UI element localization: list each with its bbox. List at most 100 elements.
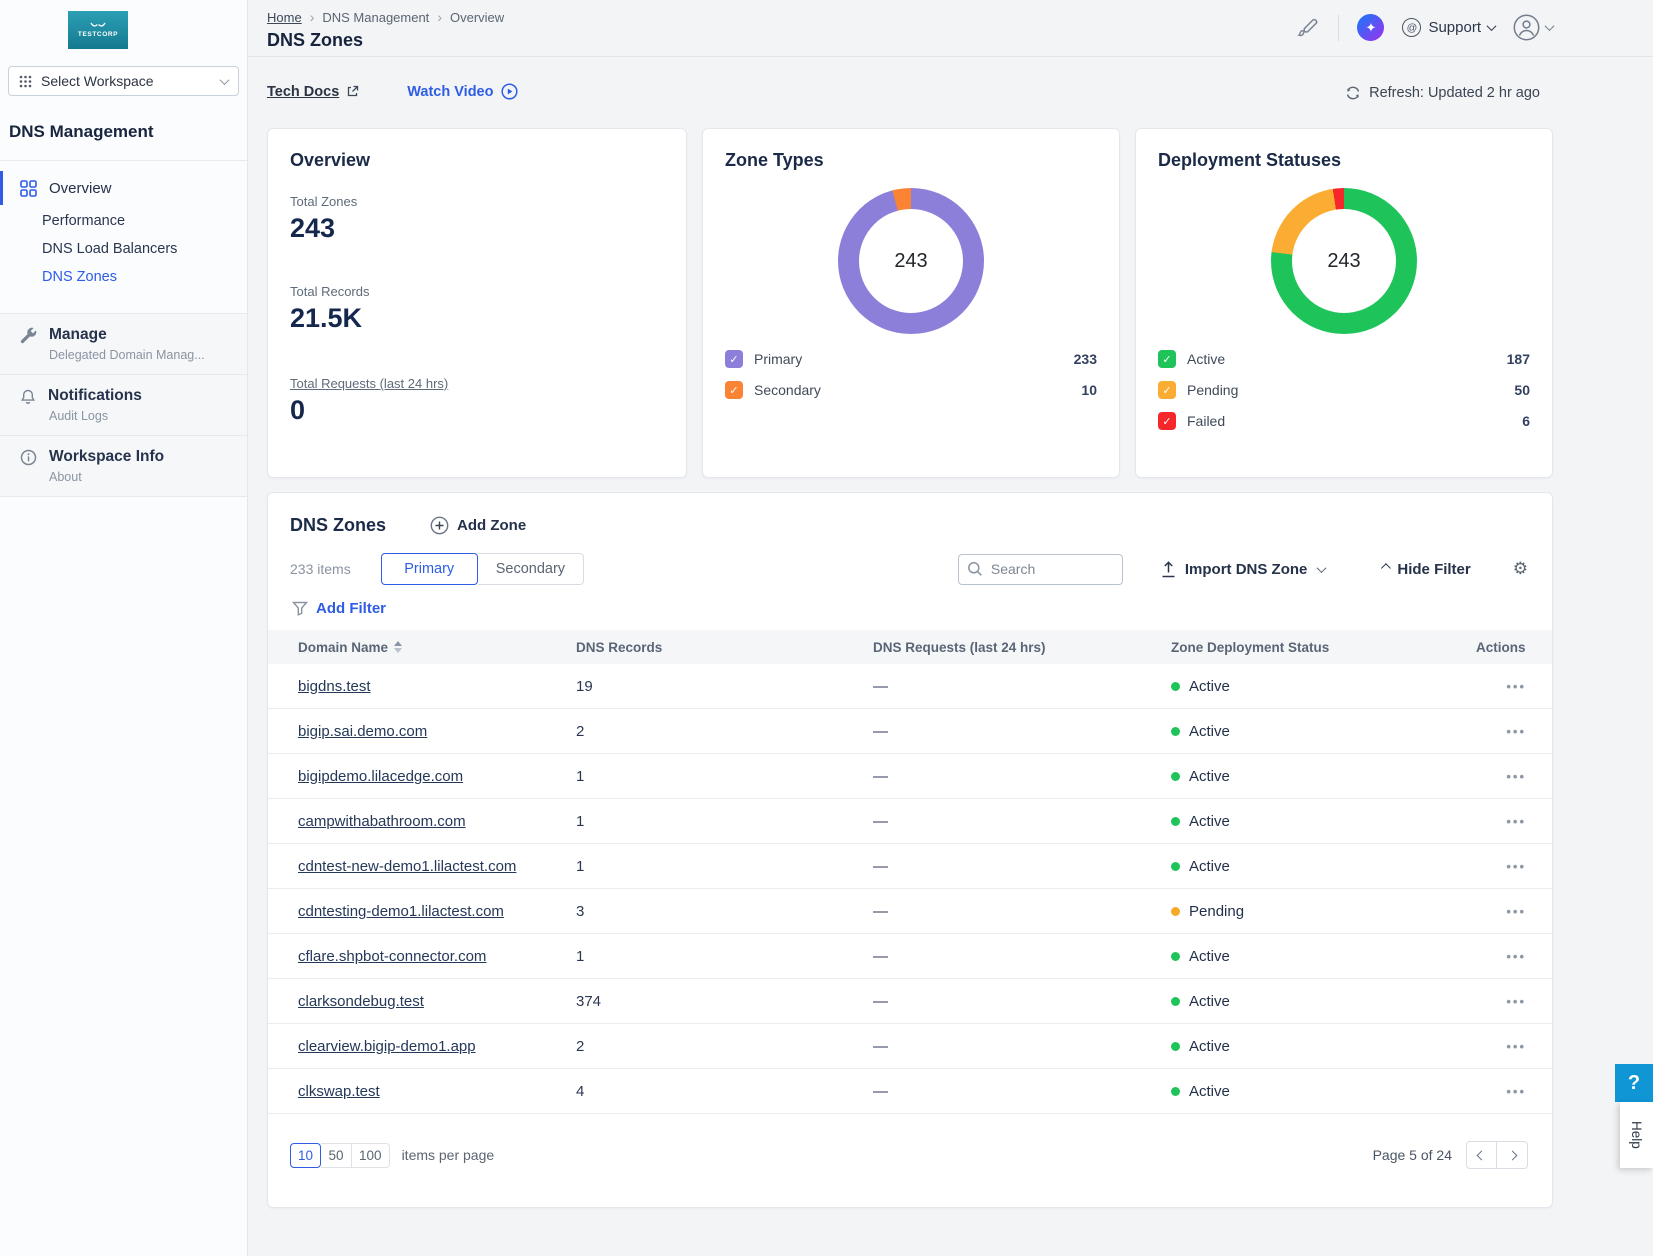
row-actions-menu[interactable]: ••• [1506,1039,1526,1054]
failed-checkbox[interactable]: ✓ [1158,412,1176,430]
sidebar-item-dns-zones[interactable]: DNS Zones [0,263,247,291]
domain-link[interactable]: bigdns.test [298,678,371,695]
tab-primary[interactable]: Primary [381,553,478,585]
status-dot [1171,1042,1180,1051]
items-per-page-label: items per page [402,1147,495,1163]
import-dns-zone-label: Import DNS Zone [1185,561,1308,578]
column-dns-records: DNS Records [576,640,873,655]
help-tab[interactable]: Help [1620,1102,1653,1168]
paintbrush-icon[interactable] [1296,16,1320,40]
sidebar-item-notifications[interactable]: Notifications Audit Logs [0,375,247,436]
overview-card: Overview Total Zones 243 Total Records 2… [267,128,687,478]
add-filter-button[interactable]: Add Filter [292,600,1552,617]
legend-label: Failed [1187,413,1225,429]
status-badge: Active [1189,768,1230,785]
divider [0,160,247,161]
domain-link[interactable]: clarksondebug.test [298,993,424,1010]
status-badge: Active [1189,948,1230,965]
user-menu[interactable] [1513,14,1553,41]
zone-types-donut-chart: 243 [838,188,984,334]
watch-video-link[interactable]: Watch Video [407,83,518,100]
page-size-50[interactable]: 50 [321,1143,352,1168]
hide-filter-button[interactable]: Hide Filter [1381,561,1470,578]
row-actions-menu[interactable]: ••• [1506,949,1526,964]
domain-link[interactable]: cdntest-new-demo1.lilactest.com [298,858,516,875]
status-dot [1171,817,1180,826]
import-dns-zone-button[interactable]: Import DNS Zone [1161,561,1326,578]
active-checkbox[interactable]: ✓ [1158,350,1176,368]
dns-records-value: 4 [576,1083,873,1100]
chevron-down-icon [1317,563,1327,573]
zone-types-card: Zone Types 243 ✓ Primary 233 ✓ Secondary… [702,128,1120,478]
row-actions-menu[interactable]: ••• [1506,724,1526,739]
sidebar-item-workspace-info[interactable]: Workspace Info About [0,436,247,497]
status-badge: Pending [1189,903,1244,920]
breadcrumb-home[interactable]: Home [267,10,302,25]
breadcrumb-dns-management[interactable]: DNS Management [322,10,429,25]
upload-icon [1161,561,1176,578]
add-zone-button[interactable]: Add Zone [430,516,526,535]
dns-requests-value: — [873,858,1171,875]
legend-label: Primary [754,351,802,367]
status-badge: Active [1189,813,1230,830]
support-menu[interactable]: @ Support [1402,18,1495,37]
sidebar-item-manage[interactable]: Manage Delegated Domain Manag... [0,314,247,375]
zone-type-tabs: Primary Secondary [381,553,584,585]
logo-text: TESTCORP [78,31,118,38]
domain-link[interactable]: cflare.shpbot-connector.com [298,948,486,965]
domain-link[interactable]: campwithabathroom.com [298,813,466,830]
row-actions-menu[interactable]: ••• [1506,994,1526,1009]
support-at-icon: @ [1402,18,1421,37]
donut-center-total: 243 [1271,188,1417,334]
funnel-icon [292,601,308,616]
sidebar-item-label: Overview [49,180,112,197]
domain-link[interactable]: clearview.bigip-demo1.app [298,1038,476,1055]
status-badge: Active [1189,678,1230,695]
sidebar-item-overview[interactable]: Overview [0,169,247,207]
total-records-label: Total Records [290,284,664,299]
refresh-button[interactable]: Refresh: Updated 2 hr ago [1345,85,1540,101]
ai-assistant-icon[interactable]: ✦ [1357,14,1384,41]
row-actions-menu[interactable]: ••• [1506,904,1526,919]
row-actions-menu[interactable]: ••• [1506,859,1526,874]
card-title: Zone Types [703,129,1119,171]
legend-value: 50 [1514,382,1530,398]
row-actions-menu[interactable]: ••• [1506,1084,1526,1099]
previous-page-button[interactable] [1466,1141,1497,1169]
page-size-100[interactable]: 100 [352,1143,390,1168]
watch-video-label: Watch Video [407,84,493,100]
sort-icon[interactable] [394,641,402,653]
table-row: cdntesting-demo1.lilactest.com 3 — Pendi… [268,889,1552,934]
next-page-button[interactable] [1497,1141,1528,1169]
status-dot [1171,907,1180,916]
dns-records-value: 1 [576,858,873,875]
dns-requests-value: — [873,948,1171,965]
table-row: bigdns.test 19 — Active ••• [268,664,1552,709]
help-question-button[interactable]: ? [1615,1064,1653,1102]
search-icon [967,561,983,577]
row-actions-menu[interactable]: ••• [1506,814,1526,829]
sidebar-item-dns-load-balancers[interactable]: DNS Load Balancers [0,235,247,263]
secondary-checkbox[interactable]: ✓ [725,381,743,399]
domain-link[interactable]: clkswap.test [298,1083,380,1100]
row-actions-menu[interactable]: ••• [1506,769,1526,784]
domain-link[interactable]: bigipdemo.lilacedge.com [298,768,463,785]
domain-link[interactable]: bigip.sai.demo.com [298,723,427,740]
page-size-10[interactable]: 10 [290,1143,321,1168]
workspace-selector[interactable]: Select Workspace [8,66,239,96]
primary-checkbox[interactable]: ✓ [725,350,743,368]
sidebar-item-performance[interactable]: Performance [0,207,247,235]
total-requests-link[interactable]: Total Requests (last 24 hrs) [290,376,664,391]
pending-checkbox[interactable]: ✓ [1158,381,1176,399]
total-zones-value: 243 [290,213,664,244]
table-row: cdntest-new-demo1.lilactest.com 1 — Acti… [268,844,1552,889]
table-settings-gear-icon[interactable]: ⚙ [1513,559,1528,579]
avatar [1513,14,1540,41]
tech-docs-link[interactable]: Tech Docs [267,84,359,100]
sub-header: Tech Docs Watch Video Refresh: Updated 2… [248,57,1653,128]
domain-link[interactable]: cdntesting-demo1.lilactest.com [298,903,504,920]
tab-secondary[interactable]: Secondary [478,553,584,585]
legend-label: Secondary [754,382,821,398]
page-indicator: Page 5 of 24 [1373,1147,1452,1163]
row-actions-menu[interactable]: ••• [1506,679,1526,694]
